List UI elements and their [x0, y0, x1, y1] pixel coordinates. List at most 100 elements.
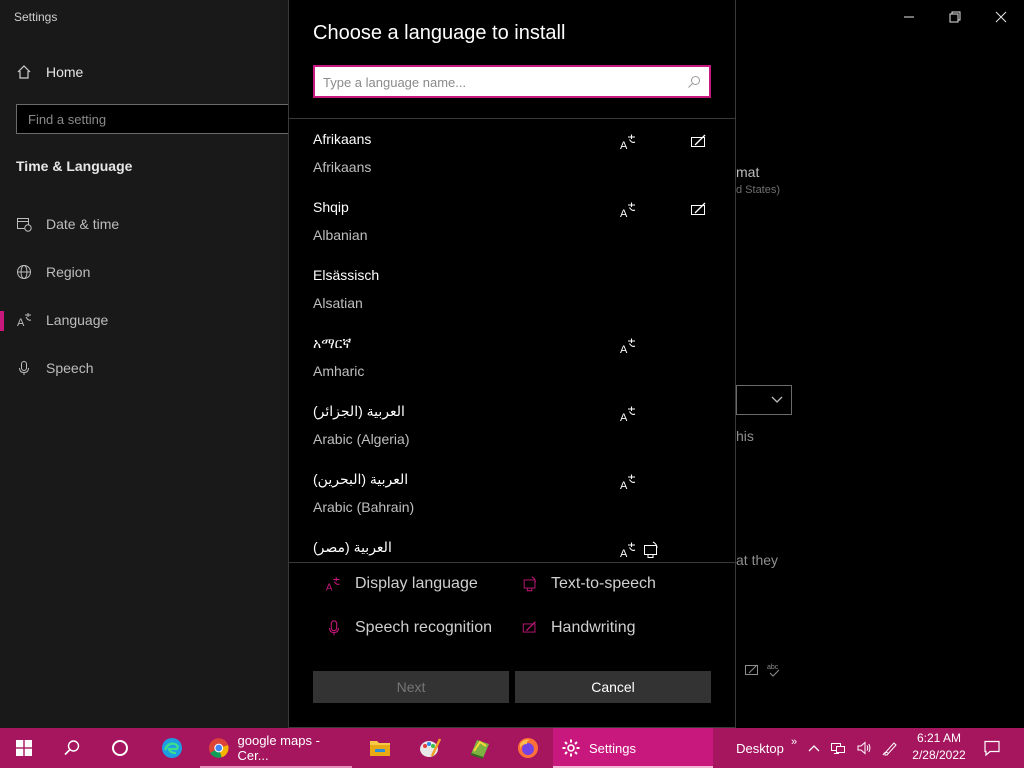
- list-item[interactable]: Shqip Albanian A: [289, 188, 735, 256]
- windows-logo-icon: [16, 740, 32, 756]
- search-button[interactable]: [48, 728, 96, 768]
- language-english-name: Arabic (Algeria): [313, 431, 410, 447]
- legend-display-language: A Display language: [325, 575, 478, 593]
- pen-icon: [882, 742, 897, 756]
- list-item[interactable]: العربية (الجزائر) Arabic (Algeria) A: [289, 392, 735, 460]
- start-button[interactable]: [0, 728, 48, 768]
- list-item[interactable]: Elsässisch Alsatian: [289, 256, 735, 324]
- language-native-name: العربية (البحرين): [313, 471, 409, 487]
- find-setting-placeholder: Find a setting: [28, 112, 107, 127]
- nav-home[interactable]: Home: [16, 64, 83, 80]
- volume-tray-button[interactable]: [852, 728, 876, 768]
- language-list[interactable]: Afrikaans Afrikaans A Shqip Albanian A E…: [289, 120, 735, 561]
- nav-item-label: Region: [46, 264, 91, 280]
- language-english-name: Amharic: [313, 363, 365, 379]
- taskbar-firefox[interactable]: [504, 728, 552, 768]
- language-native-name: Elsässisch: [313, 267, 380, 283]
- text-to-speech-icon: [523, 576, 536, 592]
- minimize-button[interactable]: [896, 6, 922, 28]
- taskbar: google maps - Cer... Settings Desktop »: [0, 728, 1024, 768]
- svg-text:abc: abc: [767, 664, 779, 671]
- handwriting-icon: [691, 202, 706, 215]
- bg-text-fragment: at they: [736, 552, 779, 568]
- taskbar-file-explorer[interactable]: [356, 728, 404, 768]
- taskbar-maps-app[interactable]: [456, 728, 504, 768]
- spellcheck-icon: abc: [767, 664, 780, 677]
- pen-workspace-button[interactable]: [878, 728, 902, 768]
- chevron-up-icon: [808, 745, 820, 752]
- language-search-input[interactable]: [323, 72, 673, 92]
- cancel-button[interactable]: Cancel: [515, 671, 711, 703]
- cortana-button[interactable]: [96, 728, 144, 768]
- language-english-name: Arabic (Bahrain): [313, 499, 415, 515]
- legend-label: Display language: [355, 575, 478, 592]
- desktop-toolbar[interactable]: Desktop: [730, 728, 790, 768]
- network-icon: [831, 743, 845, 754]
- text-to-speech-icon: [644, 541, 658, 558]
- legend-label: Speech recognition: [355, 619, 492, 636]
- taskbar-paint[interactable]: [406, 728, 454, 768]
- bg-text-format: mat: [736, 164, 760, 180]
- notifications-button[interactable]: [972, 728, 1012, 768]
- svg-text:A: A: [17, 317, 25, 328]
- clock-date: 2/28/2022: [912, 748, 966, 762]
- taskbar-app-chrome[interactable]: google maps - Cer...: [200, 728, 352, 768]
- taskbar-clock[interactable]: 6:21 AM 2/28/2022: [906, 730, 972, 764]
- close-button[interactable]: [988, 6, 1014, 28]
- cortana-icon: [112, 740, 128, 756]
- restore-button[interactable]: [942, 6, 968, 28]
- show-hidden-icons-button[interactable]: [804, 728, 824, 768]
- display-language-icon: A: [620, 338, 636, 356]
- legend-text-to-speech: Text-to-speech: [521, 575, 656, 593]
- globe-icon: [17, 265, 31, 279]
- list-item[interactable]: Afrikaans Afrikaans A: [289, 120, 735, 188]
- bg-text-region: d States): [736, 184, 781, 196]
- legend-label: Handwriting: [551, 619, 636, 636]
- taskbar-app-settings[interactable]: Settings: [553, 728, 713, 768]
- language-english-name: Afrikaans: [313, 159, 372, 175]
- nav-item-region[interactable]: Region: [16, 264, 90, 280]
- svg-text:A: A: [620, 140, 628, 152]
- list-item[interactable]: العربية (البحرين) Arabic (Bahrain) A: [289, 460, 735, 528]
- toolbar-expand-chevrons[interactable]: »: [786, 722, 802, 762]
- microphone-icon: [19, 361, 29, 375]
- divider: [289, 562, 735, 563]
- language-native-name: Shqip: [313, 199, 349, 215]
- list-item[interactable]: አማርኛ Amharic A: [289, 324, 735, 392]
- choose-language-dialog: Choose a language to install Afrikaans A…: [288, 0, 736, 728]
- handwriting-icon: [691, 134, 706, 147]
- firefox-icon: [518, 738, 538, 758]
- maps-icon: [470, 740, 489, 759]
- find-setting-input[interactable]: Find a setting: [16, 104, 298, 134]
- language-search-box[interactable]: [313, 65, 711, 98]
- network-tray-button[interactable]: [826, 728, 850, 768]
- chrome-icon: [208, 738, 229, 758]
- section-heading: Time & Language: [16, 158, 133, 174]
- paint-icon: [420, 738, 442, 757]
- bg-text-fragment: his: [736, 428, 754, 444]
- close-icon: [995, 11, 1007, 23]
- display-language-icon: A: [620, 406, 636, 424]
- handwriting-icon: [745, 664, 758, 675]
- legend-speech-recognition: Speech recognition: [325, 619, 492, 637]
- nav-item-date-time[interactable]: Date & time: [16, 216, 119, 232]
- nav-item-speech[interactable]: Speech: [16, 360, 93, 376]
- list-item[interactable]: العربية (مصر) A: [289, 528, 735, 561]
- language-english-name: Albanian: [313, 227, 368, 243]
- next-button[interactable]: Next: [313, 671, 509, 703]
- language-icon: A: [17, 313, 32, 328]
- bg-dropdown[interactable]: [736, 385, 792, 415]
- svg-text:A: A: [620, 208, 628, 220]
- nav-item-label: Date & time: [46, 216, 120, 232]
- display-language-icon: A: [620, 202, 636, 220]
- nav-item-language[interactable]: A Language: [16, 312, 108, 328]
- taskbar-edge[interactable]: [148, 728, 196, 768]
- search-icon[interactable]: [687, 75, 701, 89]
- calendar-clock-icon: [17, 218, 32, 232]
- restore-icon: [949, 11, 961, 23]
- svg-text:A: A: [620, 480, 628, 492]
- microphone-icon: [328, 620, 340, 636]
- language-native-name: አማርኛ: [313, 335, 352, 351]
- svg-text:A: A: [620, 548, 628, 560]
- clock-time: 6:21 AM: [916, 731, 962, 745]
